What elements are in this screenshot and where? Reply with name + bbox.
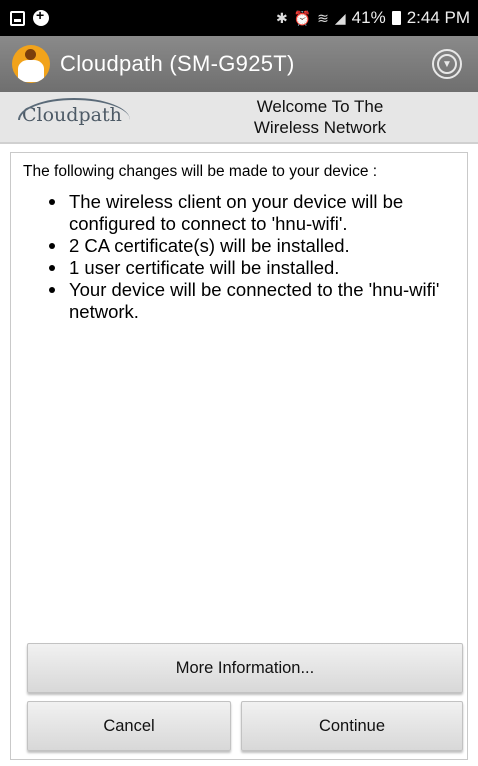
welcome-banner: Cloudpath Welcome To The Wireless Networ… [0,92,478,144]
cancel-button[interactable]: Cancel [27,701,231,751]
bluetooth-icon: ✱ [275,9,288,26]
gallery-icon [10,10,25,26]
status-bar-right: ✱ ⏰ ≋ ◢ 41% 2:44 PM [276,8,470,28]
menu-button[interactable]: ▼ [432,49,462,79]
chevron-down-circle-icon: ▼ [437,54,457,74]
battery-percent: 41% [351,8,386,27]
alarm-icon: ⏰ [293,9,312,26]
list-item: 1 user certificate will be installed. [49,257,461,279]
list-item: 2 CA certificate(s) will be installed. [49,235,461,257]
status-bar-left [10,7,49,26]
status-bar: ✱ ⏰ ≋ ◢ 41% 2:44 PM [0,0,478,36]
changes-intro: The following changes will be made to yo… [23,163,378,180]
cloudpath-person-icon [12,45,50,83]
list-item: Your device will be connected to the 'hn… [49,279,461,323]
clock: 2:44 PM [406,8,470,27]
continue-button[interactable]: Continue [241,701,463,751]
more-information-button[interactable]: More Information... [27,643,463,693]
welcome-line-1: Welcome To The [256,97,384,116]
notification-icon [33,7,49,26]
changes-panel: The following changes will be made to yo… [10,152,468,760]
signal-icon: ◢ [334,9,346,26]
battery-icon [391,11,401,25]
cloudpath-logo: Cloudpath [18,98,130,126]
app-bar: Cloudpath (SM-G925T) ▼ [0,36,478,92]
list-item: The wireless client on your device will … [49,191,461,235]
welcome-heading: Welcome To The Wireless Network [210,96,430,138]
changes-list: The wireless client on your device will … [49,191,461,323]
wifi-icon: ≋ [317,9,329,26]
app-title: Cloudpath (SM-G925T) [60,51,295,76]
logo-swoosh [18,98,130,120]
welcome-line-2: Wireless Network [253,118,387,137]
